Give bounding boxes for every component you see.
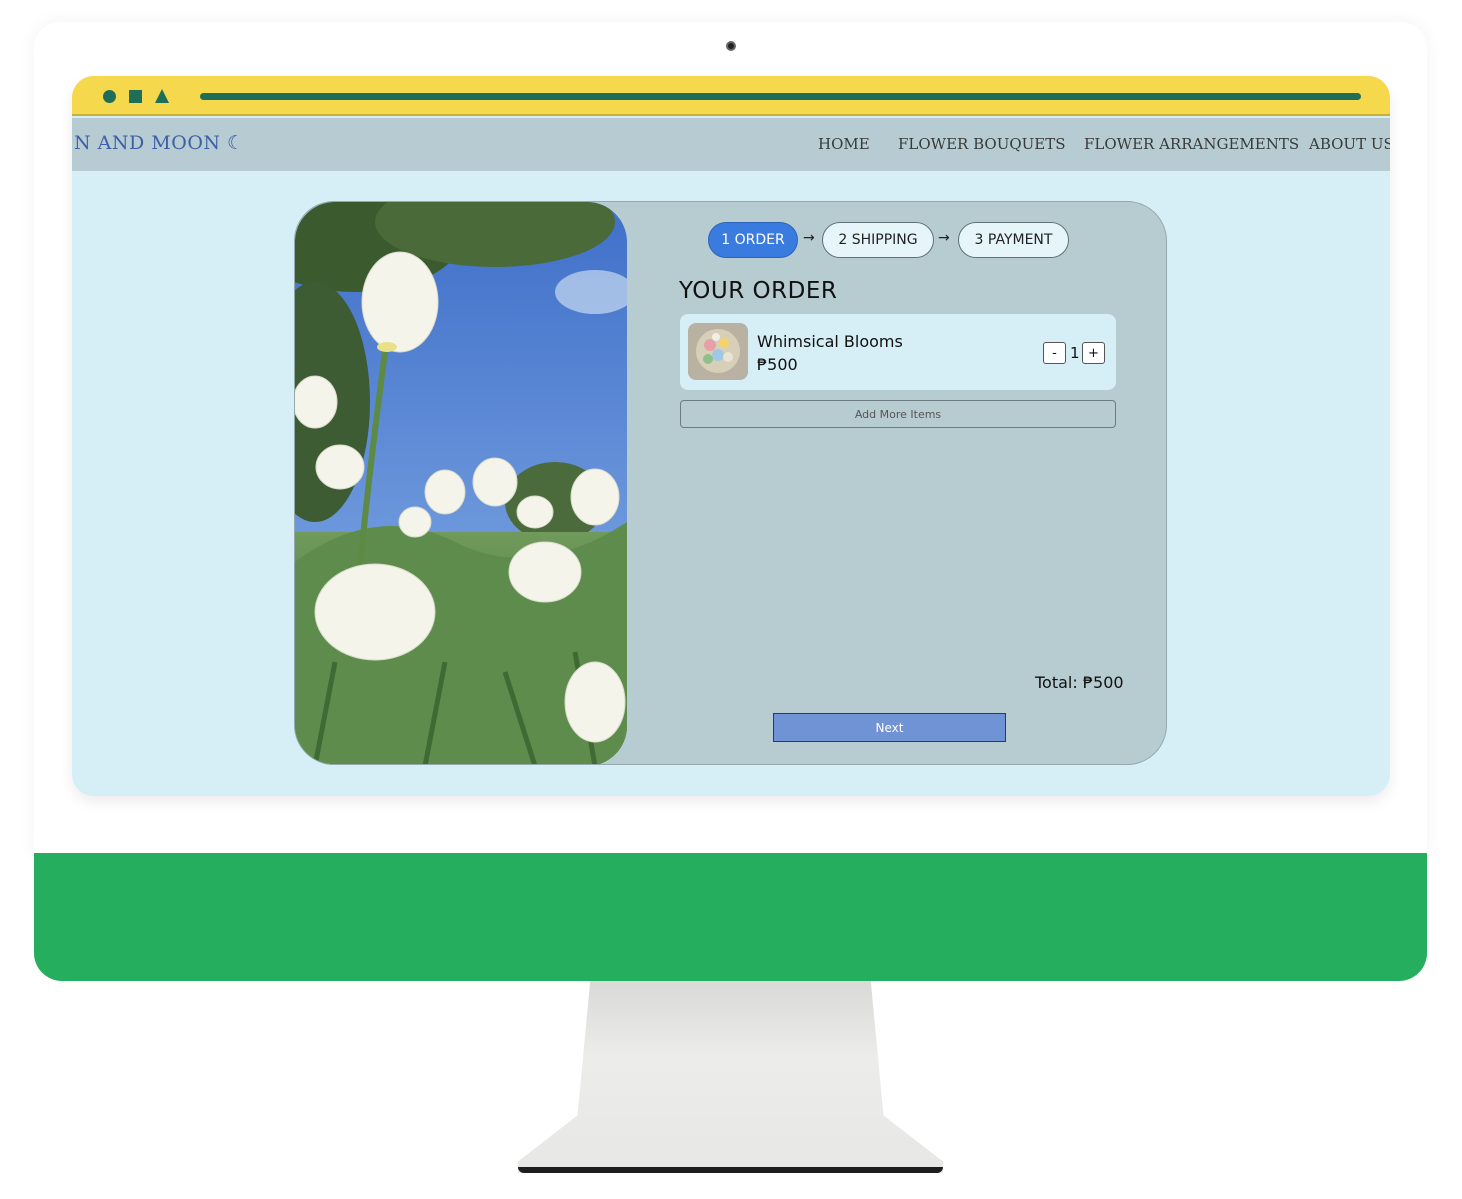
page-title: YOUR ORDER [679,278,838,304]
bouquet-thumbnail [688,323,748,380]
item-name: Whimsical Blooms [757,332,903,351]
quantity-decrease-button[interactable]: - [1043,342,1066,364]
nav-link-flower-bouquets[interactable]: FLOWER BOUQUETS [898,135,1066,153]
camera-icon [726,41,736,51]
square-icon[interactable] [129,90,142,103]
order-item: Whimsical Blooms ₱500 - 1 + [680,314,1116,390]
monitor-chin [34,853,1427,981]
tulips-photo [295,202,627,764]
step-shipping[interactable]: 2 SHIPPING [822,222,934,258]
site-nav: N AND MOON ☾ HOME FLOWER BOUQUETS FLOWER… [72,118,1390,171]
step-order[interactable]: 1 ORDER [708,222,798,258]
monitor-stand-base [518,1167,943,1173]
quantity-increase-button[interactable]: + [1082,342,1105,364]
checkout-card: 1 ORDER → 2 SHIPPING → 3 PAYMENT YOUR OR… [294,201,1167,765]
order-total: Total: ₱500 [1035,673,1124,692]
step-arrow: → [803,230,815,246]
circle-icon[interactable] [103,90,116,103]
address-bar[interactable] [200,93,1361,100]
step-arrow: → [938,230,950,246]
screen: N AND MOON ☾ HOME FLOWER BOUQUETS FLOWER… [72,76,1390,796]
nav-link-flower-arrangements[interactable]: FLOWER ARRANGEMENTS [1084,135,1299,153]
add-more-items-button[interactable]: Add More Items [680,400,1116,428]
step-payment[interactable]: 3 PAYMENT [958,222,1069,258]
nav-link-about-us[interactable]: ABOUT US [1309,135,1390,153]
next-button[interactable]: Next [773,713,1006,742]
item-price: ₱500 [757,355,798,374]
brand-logo[interactable]: N AND MOON ☾ [74,132,245,154]
quantity-value: 1 [1070,344,1080,362]
nav-link-home[interactable]: HOME [818,135,870,153]
browser-bar [72,76,1390,116]
triangle-icon[interactable] [155,89,169,103]
monitor-stand [518,981,943,1173]
